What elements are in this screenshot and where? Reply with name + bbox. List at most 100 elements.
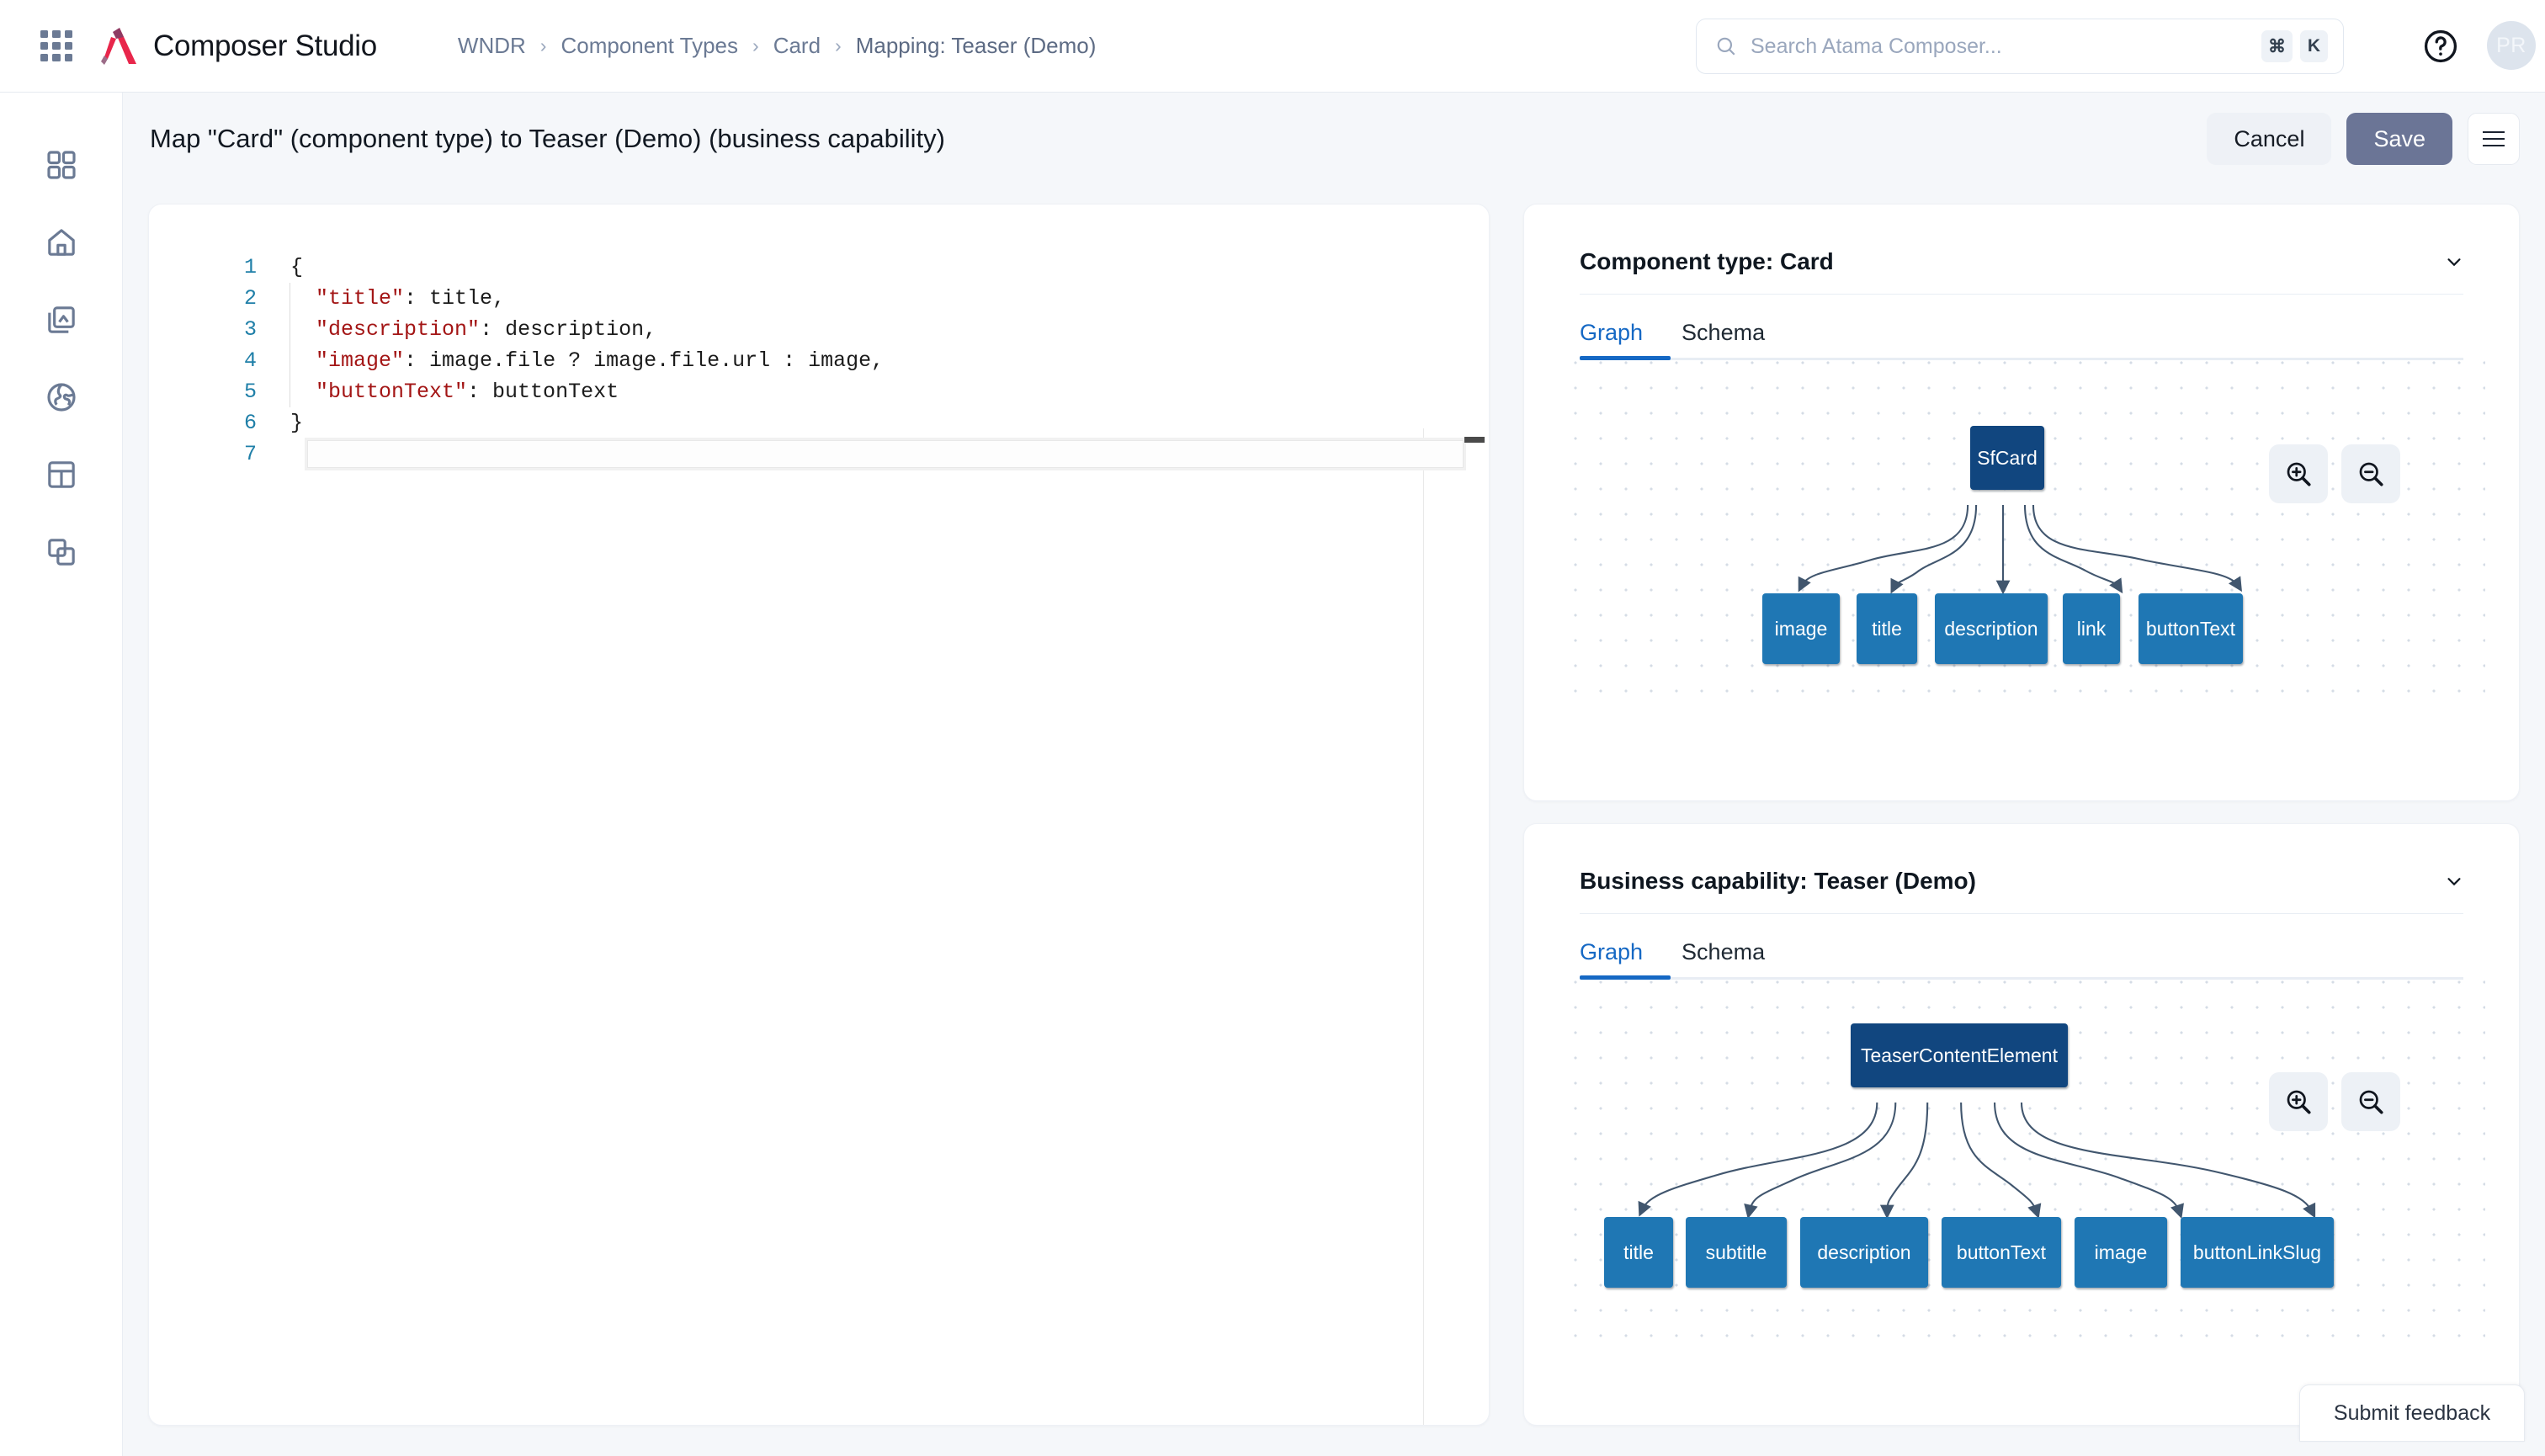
graph-node-label: title <box>1623 1241 1654 1263</box>
tab-schema[interactable]: Schema <box>1682 320 1765 358</box>
graph-node-label: SfCard <box>1977 446 2038 469</box>
layout-icon <box>48 461 75 488</box>
sidebar-item-sites[interactable] <box>0 359 123 436</box>
search-icon <box>1717 37 1735 56</box>
panel-title: Business capability: Teaser (Demo) <box>1580 868 1976 894</box>
code-line[interactable]: 2 "title": title, <box>149 283 1489 314</box>
code-line[interactable]: 3 "description": description, <box>149 314 1489 345</box>
graph-node-field[interactable]: description <box>1800 1217 1928 1288</box>
graph-node-field[interactable]: image <box>2075 1217 2167 1288</box>
graph-node-label: description <box>1817 1241 1911 1263</box>
sidebar-item-components[interactable] <box>0 513 123 591</box>
cancel-button[interactable]: Cancel <box>2207 113 2332 165</box>
images-icon <box>48 306 75 333</box>
search-shortcut: ⌘ K <box>2261 30 2328 62</box>
breadcrumb-item-2[interactable]: Card <box>773 33 821 59</box>
page-title: Map "Card" (component type) to Teaser (D… <box>150 124 945 153</box>
graph-zoom-controls <box>2269 1072 2400 1131</box>
zoom-out-icon <box>2359 462 2383 486</box>
code-line[interactable]: 5 "buttonText": buttonText <box>149 376 1489 407</box>
line-number: 7 <box>243 442 257 466</box>
tab-graph[interactable]: Graph <box>1580 320 1643 358</box>
active-line-marker <box>1464 437 1485 443</box>
save-button[interactable]: Save <box>2346 113 2452 165</box>
panel-header: Business capability: Teaser (Demo) <box>1580 868 2463 914</box>
code-line[interactable]: 1{ <box>149 252 1489 283</box>
top-bar: Composer Studio WNDR › Component Types ›… <box>0 0 2545 93</box>
line-number: 6 <box>243 411 257 435</box>
page-header: Map "Card" (component type) to Teaser (D… <box>123 93 2545 185</box>
graph-canvas[interactable]: SfCard image title description link buttonTex… <box>1558 360 2485 714</box>
apps-grid-icon[interactable] <box>40 29 72 62</box>
graph-node-field[interactable]: buttonText <box>2139 593 2243 664</box>
graph-node-root[interactable]: TeaserContentElement <box>1851 1023 2068 1087</box>
submit-feedback-button[interactable]: Submit feedback <box>2299 1384 2525 1442</box>
question-circle-icon[interactable] <box>2422 28 2459 65</box>
json-key-token: "description" <box>316 317 481 342</box>
overflow-menu-button[interactable] <box>2468 113 2520 165</box>
graph-node-field[interactable]: link <box>2063 593 2120 664</box>
breadcrumb-item-3[interactable]: Mapping: Teaser (Demo) <box>856 33 1097 59</box>
line-number: 3 <box>243 317 257 342</box>
code-line[interactable]: 4 "image": image.file ? image.file.url :… <box>149 345 1489 376</box>
code-lines[interactable]: 1{2 "title": title, 3 "description": desc… <box>149 252 1489 470</box>
search-bar[interactable]: ⌘ K <box>1696 19 2344 74</box>
kbd-command: ⌘ <box>2261 30 2293 62</box>
code-line[interactable]: 6} <box>149 407 1489 438</box>
code-text: "description": description, <box>275 314 656 345</box>
graph-node-field[interactable]: title <box>1857 593 1917 664</box>
sidebar-item-home[interactable] <box>0 204 123 281</box>
grid-icon <box>47 151 76 179</box>
code-token: } <box>290 411 304 435</box>
chevron-down-icon[interactable] <box>2445 252 2463 271</box>
breadcrumb: WNDR › Component Types › Card › Mapping:… <box>458 33 1096 59</box>
line-number: 4 <box>243 348 257 373</box>
code-token: : description, <box>480 317 657 342</box>
graph-node-field[interactable]: title <box>1604 1217 1673 1288</box>
graph-node-label: link <box>2076 617 2107 640</box>
tab-graph[interactable]: Graph <box>1580 939 1643 977</box>
graph-node-field[interactable]: buttonText <box>1942 1217 2061 1288</box>
panel-title: Component type: Card <box>1580 248 1834 274</box>
graph-node-root[interactable]: SfCard <box>1970 426 2044 490</box>
breadcrumb-item-1[interactable]: Component Types <box>561 33 738 59</box>
sidebar-item-media[interactable] <box>0 281 123 359</box>
graph-node-field[interactable]: subtitle <box>1686 1217 1787 1288</box>
graph-node-label: image <box>2094 1241 2148 1263</box>
code-text: } <box>275 407 303 438</box>
brand[interactable]: Composer Studio <box>98 25 377 67</box>
zoom-out-button[interactable] <box>2341 444 2400 503</box>
line-number: 2 <box>243 286 257 311</box>
code-text: "buttonText": buttonText <box>275 376 619 407</box>
graph-node-label: title <box>1872 617 1902 640</box>
code-token: : title, <box>404 286 506 311</box>
sidebar-item-layouts[interactable] <box>0 436 123 513</box>
zoom-out-button[interactable] <box>2341 1072 2400 1131</box>
atama-logo-icon <box>101 27 136 65</box>
chevron-down-icon[interactable] <box>2445 872 2463 890</box>
zoom-in-icon <box>2287 1090 2311 1114</box>
graph-node-field[interactable]: image <box>1762 593 1840 664</box>
graph-node-label: buttonText <box>1956 1241 2047 1263</box>
code-text: "title": title, <box>275 283 505 314</box>
graph-node-field[interactable]: description <box>1935 593 2048 664</box>
globe-icon <box>47 383 76 412</box>
sidebar-item-dashboard[interactable] <box>0 126 123 204</box>
code-token: : buttonText <box>467 380 619 404</box>
hamburger-icon <box>2483 137 2505 141</box>
mapping-code-editor[interactable]: 1{2 "title": title, 3 "description": desc… <box>148 204 1490 1426</box>
zoom-in-button[interactable] <box>2269 444 2328 503</box>
graph-canvas[interactable]: TeaserContentElement title subtitle descrip… <box>1558 980 2485 1347</box>
avatar[interactable]: PR <box>2487 21 2536 70</box>
json-key-token: "title" <box>316 286 405 311</box>
component-type-panel: Component type: Card Graph Schema SfCard… <box>1523 204 2520 801</box>
graph-node-field[interactable]: buttonLinkSlug <box>2181 1217 2334 1288</box>
graph-node-label: buttonText <box>2145 617 2236 640</box>
json-key-token: "image" <box>316 348 405 373</box>
zoom-in-button[interactable] <box>2269 1072 2328 1131</box>
header-actions: Cancel Save <box>2207 113 2520 165</box>
breadcrumb-item-0[interactable]: WNDR <box>458 33 526 59</box>
tab-schema[interactable]: Schema <box>1682 939 1765 977</box>
search-input[interactable] <box>1749 33 2220 60</box>
